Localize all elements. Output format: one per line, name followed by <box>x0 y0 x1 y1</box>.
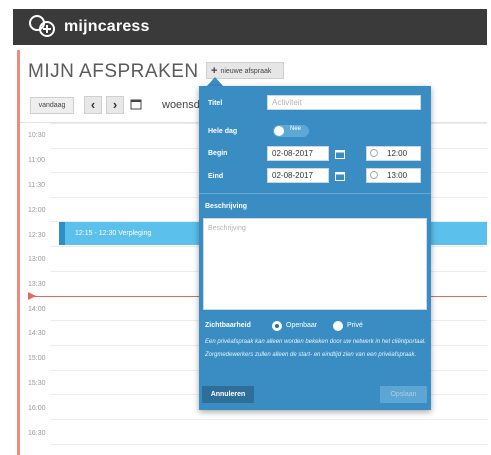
radio-public-label: Openbaar <box>286 322 318 329</box>
page-title: MIJN AFSPRAKEN <box>28 61 199 82</box>
hour-label: 10:30 <box>28 132 46 139</box>
plus-icon: + <box>211 65 218 77</box>
allday-toggle[interactable]: Nee <box>273 125 309 137</box>
hour-label: 15:00 <box>28 355 46 362</box>
begin-clock-icon <box>370 149 378 157</box>
end-date-input[interactable]: 02-08-2017 <box>267 168 329 183</box>
calendar-icon[interactable] <box>130 98 142 110</box>
hour-label: 16:00 <box>28 405 46 412</box>
allday-label: Hele dag <box>208 128 238 135</box>
end-label: Eind <box>208 173 224 180</box>
radio-private[interactable] <box>333 321 343 331</box>
hour-line <box>50 444 487 445</box>
begin-label: Begin <box>208 150 228 157</box>
date-title: woensd <box>162 99 200 111</box>
end-calendar-icon[interactable] <box>335 171 345 181</box>
hour-label: 11:00 <box>28 157 45 164</box>
hour-label: 15:30 <box>28 380 46 387</box>
hour-label: 12:30 <box>28 232 46 239</box>
logo-icon <box>29 15 55 37</box>
prev-button[interactable]: ‹ <box>84 96 102 114</box>
toggle-knob <box>274 126 284 136</box>
begin-calendar-icon[interactable] <box>335 149 345 159</box>
popup-arrow <box>207 77 223 86</box>
radio-private-label: Privé <box>347 322 363 329</box>
current-time-marker <box>28 292 36 300</box>
form-separator <box>199 193 431 194</box>
title-label: Titel <box>208 100 223 107</box>
description-label: Beschrijving <box>205 203 248 210</box>
end-clock-icon <box>370 171 378 179</box>
today-button[interactable]: vandaag <box>30 97 74 114</box>
hour-label: 13:00 <box>28 256 46 263</box>
app-name: mijncaress <box>64 18 150 35</box>
privacy-info-text: Een privéafspraak kan alleen worden beke… <box>205 339 426 358</box>
hour-label: 14:00 <box>28 306 46 313</box>
description-textarea[interactable]: Beschrijving <box>203 218 427 310</box>
hour-label: 12:00 <box>28 207 46 214</box>
top-bar: mijncaress <box>13 9 487 45</box>
radio-public[interactable] <box>272 321 282 331</box>
hour-label: 13:30 <box>28 281 46 288</box>
hour-line <box>50 419 487 420</box>
left-accent-bar <box>17 50 20 455</box>
cancel-button[interactable]: Annuleren <box>202 386 254 403</box>
allday-value: Nee <box>290 126 302 132</box>
begin-date-input[interactable]: 02-08-2017 <box>267 146 329 161</box>
new-appointment-label: nieuwe afspraak <box>220 68 272 75</box>
hour-label: 16:30 <box>28 430 46 437</box>
hour-label: 14:30 <box>28 330 46 337</box>
title-input[interactable]: Activiteit <box>267 95 421 110</box>
next-button[interactable]: › <box>106 96 124 114</box>
save-button[interactable]: Opslaan <box>380 386 427 403</box>
hour-label: 11:30 <box>28 182 45 189</box>
visibility-label: Zichtbaarheid <box>205 322 251 329</box>
